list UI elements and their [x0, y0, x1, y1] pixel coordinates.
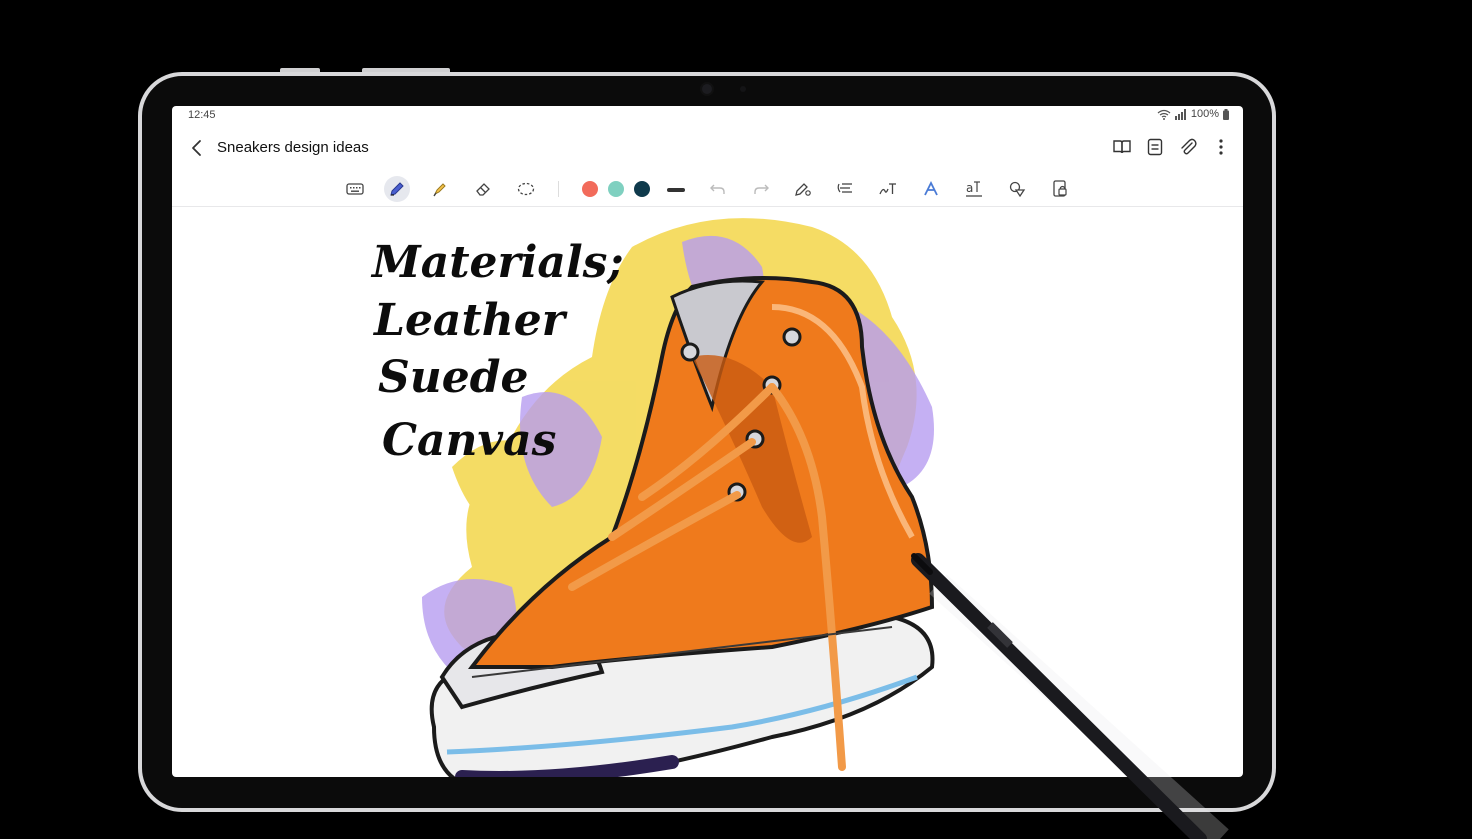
handwriting-line-2: Leather: [372, 295, 568, 346]
shapes-icon[interactable]: [1004, 176, 1030, 202]
handwriting-line-3: Suede: [378, 352, 529, 403]
status-time: 12:45: [188, 109, 216, 121]
note-title: Sneakers design ideas: [217, 139, 369, 156]
appbar-actions: [1112, 136, 1231, 158]
sneaker-illustration: Materials; Leather Suede Canvas: [370, 218, 935, 777]
handwriting-to-text-icon[interactable]: [875, 176, 901, 202]
text-format-icon[interactable]: [833, 176, 859, 202]
toolbar-divider: [558, 181, 559, 197]
attach-icon[interactable]: [1178, 136, 1198, 158]
front-camera: [702, 84, 712, 94]
book-view-icon[interactable]: [1112, 136, 1132, 158]
drawing-canvas[interactable]: Materials; Leather Suede Canvas: [172, 207, 1243, 777]
eraser-icon[interactable]: [470, 176, 496, 202]
chevron-left-icon[interactable]: [186, 136, 208, 160]
color-swatch-red[interactable]: [582, 181, 598, 197]
wifi-icon: [1157, 109, 1171, 120]
tablet-screen: 12:45 100% Sneakers design ideas a Mater…: [172, 106, 1243, 777]
text-size-icon[interactable]: a: [961, 176, 987, 202]
handwriting-line-4: Canvas: [382, 415, 556, 466]
sensor: [740, 86, 746, 92]
text-style-icon[interactable]: [918, 176, 944, 202]
svg-text:a: a: [966, 181, 973, 195]
handwriting-line-1: Materials;: [370, 237, 624, 288]
redo-icon[interactable]: [748, 176, 774, 202]
app-bar: Sneakers design ideas: [172, 132, 1243, 164]
lock-icon[interactable]: [1047, 176, 1073, 202]
color-swatch-navy[interactable]: [634, 181, 650, 197]
pen-thickness[interactable]: [667, 188, 685, 192]
keyboard-icon[interactable]: [342, 176, 368, 202]
highlighter-icon[interactable]: [427, 176, 453, 202]
color-swatch-mint[interactable]: [608, 181, 624, 197]
status-bar: 12:45 100%: [172, 106, 1243, 126]
pen-toolbar: a: [172, 172, 1243, 207]
undo-icon[interactable]: [705, 176, 731, 202]
pen-settings-icon[interactable]: [790, 176, 816, 202]
battery-icon: [1223, 108, 1229, 120]
more-options-icon[interactable]: [1211, 136, 1231, 158]
status-icons: 100%: [1157, 108, 1229, 120]
page-view-icon[interactable]: [1145, 136, 1165, 158]
signal-icon: [1174, 108, 1187, 120]
pen-icon[interactable]: [384, 176, 410, 202]
battery-level: 100%: [1190, 108, 1219, 120]
lasso-icon[interactable]: [513, 176, 539, 202]
